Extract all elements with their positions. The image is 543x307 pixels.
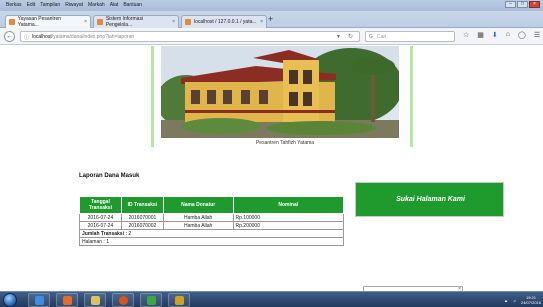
favicon-icon	[9, 19, 15, 25]
tab-phpmyadmin[interactable]: localhost / 127.0.0.1 / yata... ×	[181, 15, 267, 28]
like-page-box: Sukai Halaman Kami	[355, 182, 504, 217]
page-link[interactable]: 1	[106, 239, 109, 245]
menu-bookmarks[interactable]: Markah	[88, 2, 105, 8]
close-tab-icon[interactable]: ×	[260, 19, 263, 25]
like-page-title: Sukai Halaman Kami	[396, 196, 465, 203]
menu-tools[interactable]: Alat	[110, 2, 119, 8]
new-tab-button[interactable]: +	[268, 15, 273, 24]
cell-date: 2016-07-24	[79, 213, 122, 222]
tab-sistem-informasi[interactable]: Sistem Informasi Pengelola... ×	[93, 15, 179, 28]
taskbar: ▲ ♫ 19:21 24/07/2016	[0, 291, 543, 307]
home-icon[interactable]: ⌂	[506, 31, 510, 39]
col-header-donor: Nama Donatur	[162, 196, 234, 214]
system-tray: ▲ ♫ 19:21 24/07/2016	[504, 295, 541, 305]
total-value: 2	[128, 230, 132, 237]
building-photo	[161, 46, 399, 138]
volume-icon[interactable]: ♫	[513, 298, 516, 303]
search-bar[interactable]: G Cari	[365, 31, 455, 42]
start-button[interactable]	[3, 293, 17, 307]
menu-items: Berkas Edit Tampilan Riwayat Markah Alat…	[6, 2, 142, 8]
media-player-icon	[62, 295, 72, 305]
paint-icon	[174, 295, 184, 305]
reload-icon[interactable]: ↻	[348, 33, 353, 40]
info-icon[interactable]: ⓘ	[24, 34, 29, 41]
shield-icon[interactable]: ◯	[518, 31, 526, 39]
clock[interactable]: 19:21 24/07/2016	[521, 295, 541, 305]
menu-edit[interactable]: Edit	[27, 2, 36, 8]
pagination-cell: Halaman : 1	[79, 237, 344, 246]
total-row: Jumlah Transaksi : 2	[79, 229, 344, 238]
report-title: Laporan Dana Masuk	[79, 173, 140, 179]
tab-label: Sistem Informasi Pengelola...	[105, 16, 144, 28]
taskbar-app-ie[interactable]	[28, 293, 50, 307]
cell-id: 2016070001	[120, 213, 164, 222]
search-placeholder: Cari	[377, 34, 387, 40]
table-row: 2016-07-24 2016070002 Hamba Allah Rp.200…	[79, 221, 345, 230]
url-text: localhost/yatama/dana/index.php?lah=lapo…	[32, 34, 134, 40]
cell-amount: Rp.100000	[232, 213, 345, 222]
page-content: Pesantren Tahfizh Yatama Laporan Dana Ma…	[0, 46, 543, 291]
url-path: /yatama/dana/index.php?lah=laporan	[51, 34, 135, 40]
cell-id: 2016070002	[120, 221, 164, 230]
minimize-button[interactable]: –	[505, 1, 516, 8]
url-bar[interactable]: ⓘ localhost/yatama/dana/index.php?lah=la…	[20, 31, 360, 42]
url-host: localhost	[32, 34, 52, 40]
taskbar-app-media[interactable]	[56, 293, 78, 307]
table-row: 2016-07-24 2016070001 Hamba Allah Rp.100…	[79, 213, 345, 222]
menu-view[interactable]: Tampilan	[40, 2, 60, 8]
cell-amount: Rp.200000	[232, 221, 345, 230]
pagination-row: Halaman : 1	[79, 237, 344, 246]
close-tab-icon[interactable]: ×	[172, 19, 175, 25]
download-icon[interactable]: ⬇	[492, 31, 498, 39]
chevron-down-icon[interactable]: ▼	[336, 34, 341, 40]
clock-date: 24/07/2016	[520, 300, 541, 305]
network-icon[interactable]: ▲	[504, 298, 508, 303]
taskbar-app-paint[interactable]	[168, 293, 190, 307]
hamburger-menu-icon[interactable]: ☰	[534, 31, 540, 39]
hero-caption: Pesantren Tahfizh Yatama	[255, 140, 315, 146]
star-icon[interactable]: ☆	[463, 31, 469, 39]
app-icon	[146, 295, 156, 305]
firefox-icon	[118, 295, 128, 305]
total-cell: Jumlah Transaksi : 2	[79, 229, 344, 238]
favicon-icon	[97, 19, 103, 25]
cell-date: 2016-07-24	[79, 221, 122, 230]
tab-strip: Yayasan Pesantren Yatama... × Sistem Inf…	[0, 11, 543, 28]
hero-frame: Pesantren Tahfizh Yatama	[151, 46, 413, 147]
table-header-row: Tanggal Transaksi ID Transaksi Nama Dona…	[79, 196, 345, 214]
page-label: Halaman :	[82, 238, 105, 245]
folder-icon	[90, 295, 100, 305]
search-engine-icon[interactable]: G	[369, 34, 373, 40]
col-header-id: ID Transaksi	[120, 196, 164, 214]
tab-label: Yayasan Pesantren Yatama...	[17, 16, 62, 28]
menu-bar: Berkas Edit Tampilan Riwayat Markah Alat…	[0, 0, 543, 11]
menu-file[interactable]: Berkas	[6, 2, 22, 8]
library-icon[interactable]: ▦	[477, 31, 484, 39]
internet-explorer-icon	[34, 295, 44, 305]
taskbar-app-explorer[interactable]	[84, 293, 106, 307]
menu-history[interactable]: Riwayat	[65, 2, 83, 8]
window-controls: – □ ×	[505, 1, 540, 8]
cell-donor: Hamba Allah	[162, 221, 234, 230]
back-button[interactable]: ←	[4, 31, 15, 42]
hero-image	[161, 46, 399, 138]
taskbar-app-firefox[interactable]	[112, 293, 134, 307]
taskbar-app-green[interactable]	[140, 293, 162, 307]
col-header-amount: Nominal	[232, 196, 345, 214]
cell-donor: Hamba Allah	[162, 213, 234, 222]
close-tab-icon[interactable]: ×	[84, 19, 87, 25]
maximize-button[interactable]: □	[517, 1, 528, 8]
tab-yayasan[interactable]: Yayasan Pesantren Yatama... ×	[5, 15, 91, 28]
close-window-button[interactable]: ×	[529, 1, 540, 8]
tab-label: localhost / 127.0.0.1 / yata...	[194, 19, 257, 25]
menu-help[interactable]: Bantuan	[123, 2, 142, 8]
total-label: Jumlah Transaksi :	[82, 230, 128, 237]
report-table: Tanggal Transaksi ID Transaksi Nama Dona…	[79, 196, 345, 246]
favicon-icon	[185, 19, 191, 25]
toolbar-icons: ☆ ▦ ⬇ ⌂ ◯ ☰	[463, 31, 540, 39]
col-header-date: Tanggal Transaksi	[79, 196, 122, 214]
nav-bar: ← ⓘ localhost/yatama/dana/index.php?lah=…	[0, 28, 543, 45]
